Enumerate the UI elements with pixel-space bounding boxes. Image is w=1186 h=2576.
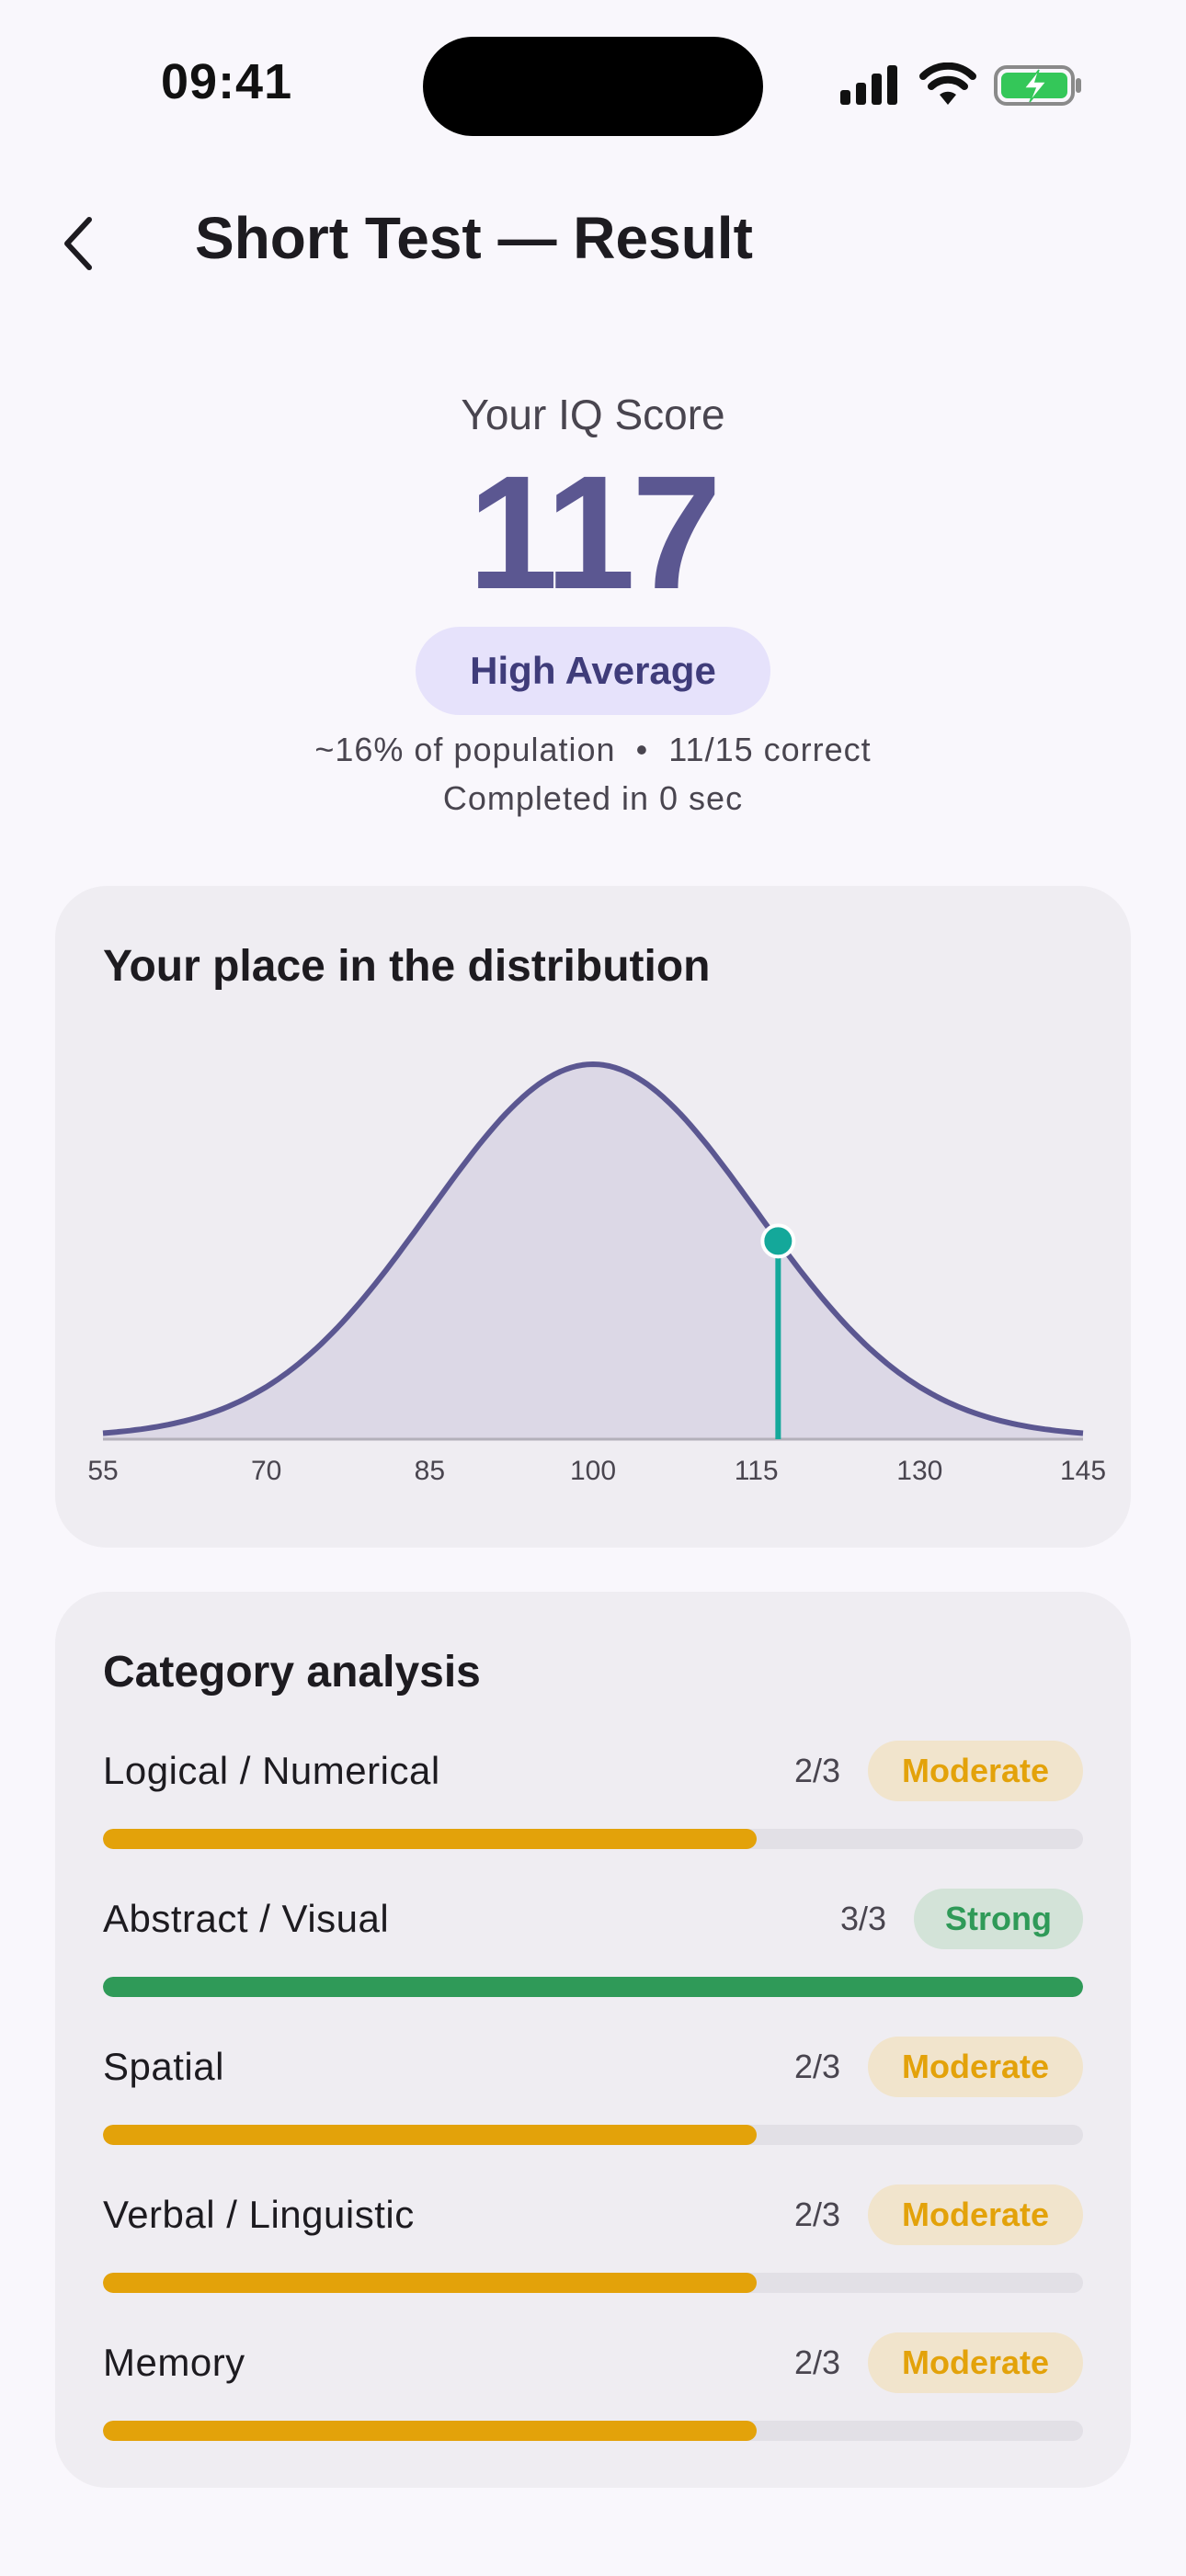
x-tick-label: 70 (251, 1456, 281, 1486)
status-bar: 09:41 (0, 0, 1186, 175)
distribution-chart: 55 70 85 100 115 130 145 (87, 1061, 1106, 1486)
x-tick-label: 55 (87, 1456, 118, 1486)
category-row: Logical / Numerical 2/3 Moderate (103, 1741, 1083, 1851)
category-score: 2/3 (793, 2048, 840, 2085)
category-progress-fill (103, 1977, 1083, 1997)
category-level-badge: Moderate (868, 2332, 1083, 2393)
category-score: 2/3 (793, 2343, 840, 2381)
score-label: Your IQ Score (461, 391, 725, 438)
category-analysis-card: Category analysis Logical / Numerical 2/3… (55, 1592, 1131, 2488)
status-time: 09:41 (161, 54, 293, 109)
wifi-icon (919, 62, 976, 105)
category-progress-track (103, 2273, 1083, 2293)
category-level-badge: Moderate (868, 2184, 1083, 2245)
category-progress-track (103, 2421, 1083, 2441)
category-progress-fill (103, 2273, 758, 2293)
x-tick-label: 100 (570, 1456, 616, 1486)
category-score: 2/3 (793, 2196, 840, 2233)
separator-dot: • (635, 731, 649, 768)
x-tick-label: 130 (896, 1456, 942, 1486)
category-analysis-title: Category analysis (103, 1648, 481, 1697)
iq-score-value: 117 (468, 443, 722, 623)
category-level-badge: Moderate (868, 1741, 1083, 1801)
category-row: Abstract / Visual 3/3 Strong (103, 1889, 1083, 1999)
distribution-area (103, 1064, 1083, 1439)
category-name: Logical / Numerical (103, 1749, 440, 1792)
x-tick-label: 145 (1060, 1456, 1106, 1486)
category-row: Spatial 2/3 Moderate (103, 2037, 1083, 2147)
category-progress-fill (103, 2421, 758, 2441)
page-title: Short Test — Result (195, 205, 753, 271)
category-progress-fill (103, 1829, 758, 1849)
x-tick-label: 85 (415, 1456, 445, 1486)
correct-count: 11/15 correct (668, 731, 872, 768)
category-progress-track (103, 2125, 1083, 2145)
classification-badge: High Average (416, 627, 770, 715)
category-name: Verbal / Linguistic (103, 2193, 415, 2236)
x-tick-label: 115 (735, 1456, 779, 1486)
score-meta: ~16% of population • 11/15 correct (0, 731, 1186, 769)
dynamic-island (423, 37, 763, 136)
category-progress-track (103, 1977, 1083, 1997)
category-row: Memory 2/3 Moderate (103, 2332, 1083, 2443)
category-name: Abstract / Visual (103, 1897, 390, 1940)
category-row: Verbal / Linguistic 2/3 Moderate (103, 2184, 1083, 2295)
category-level-badge: Moderate (868, 2037, 1083, 2097)
category-name: Spatial (103, 2045, 224, 2088)
population-text: ~16% of population (314, 731, 616, 768)
category-score: 2/3 (793, 1752, 840, 1789)
category-name: Memory (103, 2341, 245, 2384)
back-button[interactable] (48, 207, 108, 280)
category-score: 3/3 (839, 1900, 886, 1937)
distribution-card: Your place in the distribution 55 70 85 100… (55, 886, 1131, 1548)
category-progress-track (103, 1829, 1083, 1849)
cellular-signal-icon (840, 65, 897, 105)
chevron-left-icon (64, 217, 92, 270)
battery-charging-icon (994, 65, 1081, 106)
score-marker-dot (760, 1223, 796, 1259)
completion-time: Completed in 0 sec (442, 779, 744, 817)
category-level-badge: Strong (914, 1889, 1083, 1949)
category-progress-fill (103, 2125, 758, 2145)
